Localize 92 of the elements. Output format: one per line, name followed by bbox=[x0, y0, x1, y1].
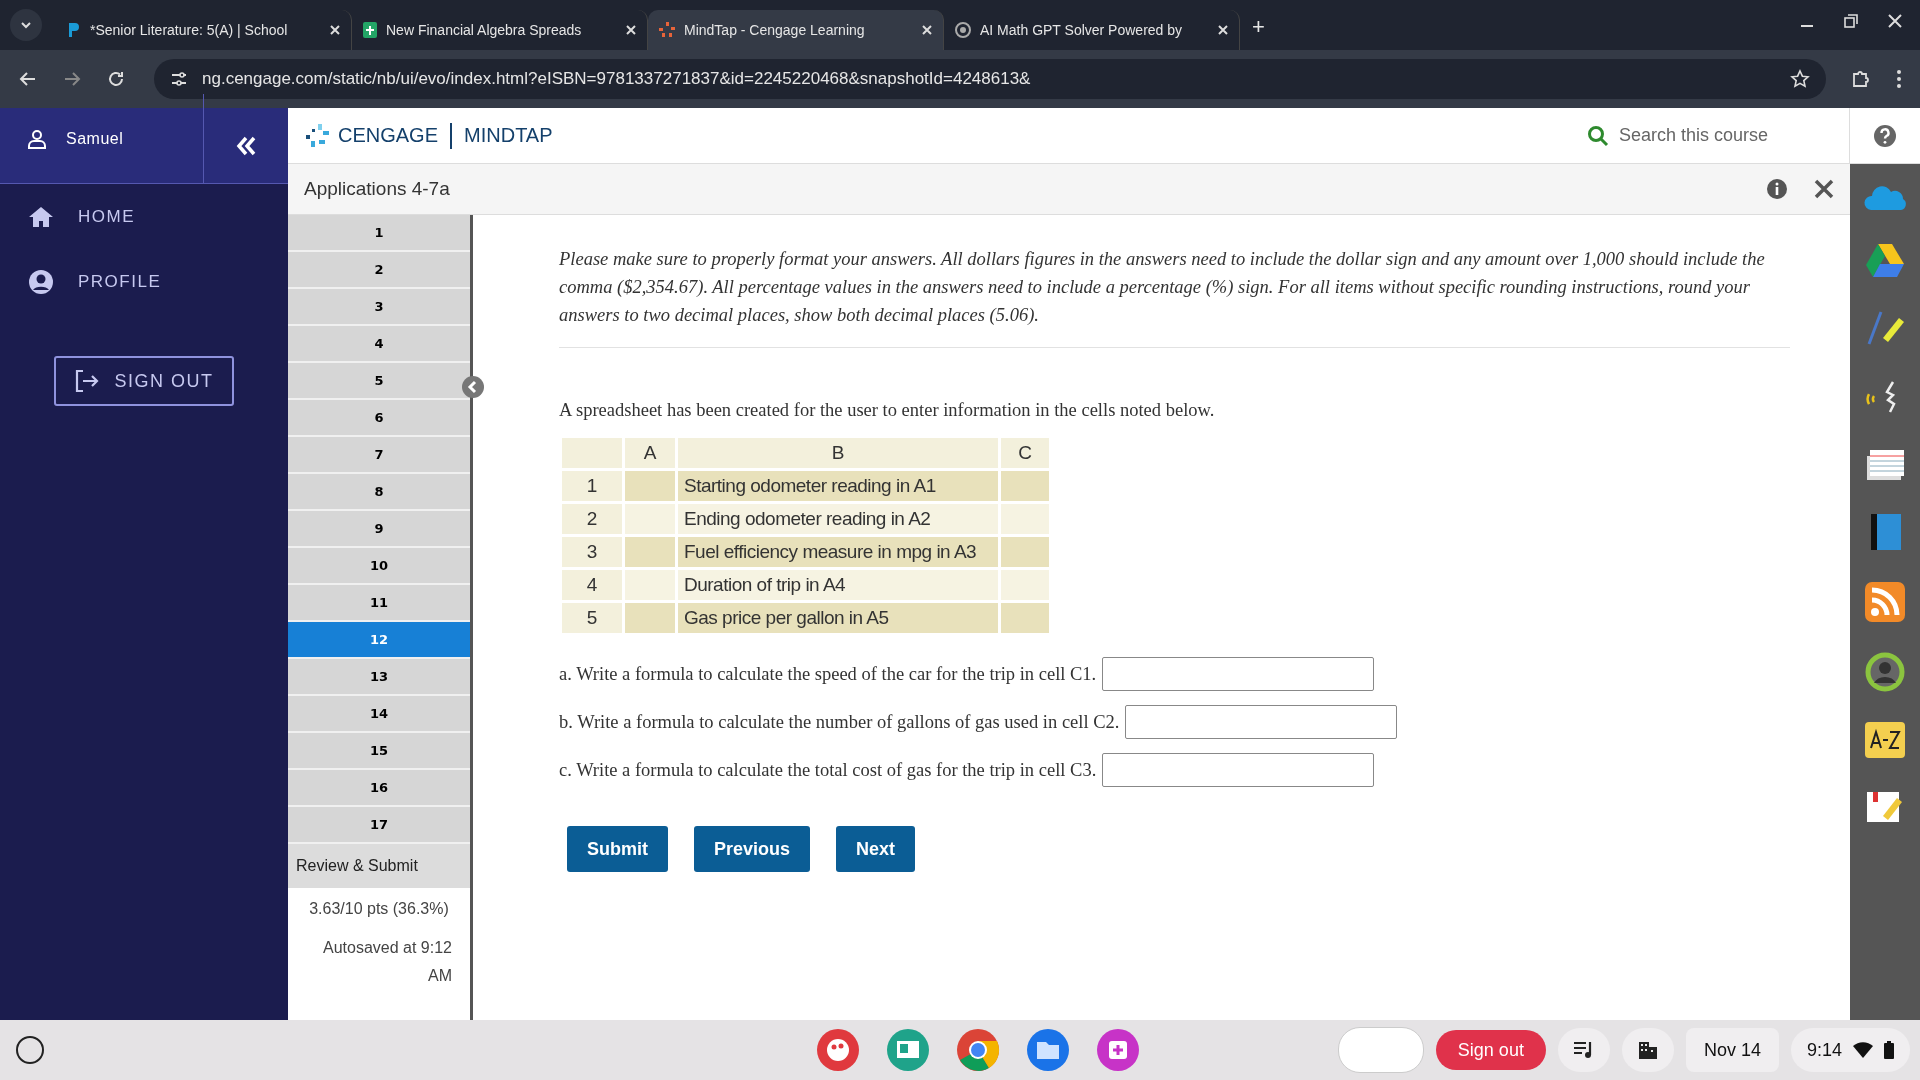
question-tab[interactable]: 8 bbox=[288, 474, 470, 511]
row-number: 1 bbox=[562, 471, 622, 501]
question-tab[interactable]: 1 bbox=[288, 215, 470, 252]
building-icon bbox=[1636, 1040, 1659, 1060]
table-cell: Fuel efficiency measure in mpg in A3 bbox=[678, 537, 998, 567]
reload-icon[interactable] bbox=[106, 69, 126, 89]
progress-ring-icon[interactable] bbox=[1865, 652, 1905, 692]
tab-search-button[interactable] bbox=[10, 9, 42, 41]
address-bar[interactable]: ng.cengage.com/static/nb/ui/evo/index.html?eISBN=9781337271837&id=2245220468&snapshotId=4248613& bbox=[154, 59, 1826, 99]
autosave-text: Autosaved at 9:12 AM bbox=[288, 930, 470, 1020]
nav-button[interactable]: Previous bbox=[694, 826, 811, 872]
info-icon[interactable] bbox=[1766, 178, 1788, 200]
question-tab[interactable]: 12 bbox=[288, 622, 470, 659]
note-cards-icon[interactable] bbox=[1865, 448, 1905, 482]
table-cell: Starting odometer reading in A1 bbox=[678, 471, 998, 501]
question-tab[interactable]: 16 bbox=[288, 770, 470, 807]
score-text: 3.63/10 pts (36.3%) bbox=[288, 888, 470, 930]
dots-logo-icon bbox=[658, 21, 676, 39]
question-tab[interactable]: 5 bbox=[288, 363, 470, 400]
gallery-app-icon[interactable] bbox=[1096, 1028, 1140, 1072]
question-text: c. Write a formula to calculate the total cost of gas for the trip in cell C3. bbox=[559, 759, 1097, 781]
status-tray[interactable]: 9:14 bbox=[1790, 1028, 1910, 1072]
help-icon[interactable] bbox=[1873, 123, 1897, 148]
a-z-glossary-icon[interactable] bbox=[1865, 722, 1905, 758]
nav-link[interactable]: PROFILE bbox=[0, 249, 288, 314]
site-settings-icon[interactable] bbox=[170, 70, 188, 88]
triangle-drive-icon[interactable] bbox=[1865, 242, 1905, 278]
question-tab[interactable]: 2 bbox=[288, 252, 470, 289]
row-number: 4 bbox=[562, 570, 622, 600]
column-header: B bbox=[678, 438, 998, 468]
question-tab[interactable]: 7 bbox=[288, 437, 470, 474]
dots-logo-icon bbox=[304, 121, 332, 150]
column-header: C bbox=[1001, 438, 1049, 468]
double-chevron-icon bbox=[235, 134, 257, 157]
nav-link[interactable]: HOME bbox=[0, 184, 288, 249]
folder-app-icon[interactable] bbox=[1026, 1028, 1070, 1072]
review-submit-link[interactable]: Review & Submit bbox=[288, 844, 470, 888]
date-button[interactable]: Nov 14 bbox=[1685, 1028, 1779, 1072]
nav-button[interactable]: Submit bbox=[567, 826, 668, 872]
question-tab[interactable]: 6 bbox=[288, 400, 470, 437]
sign-out-button[interactable]: SIGN OUT bbox=[54, 356, 234, 406]
row-number: 3 bbox=[562, 537, 622, 567]
sign-out-button[interactable]: Sign out bbox=[1435, 1030, 1546, 1070]
close-icon[interactable] bbox=[1814, 179, 1834, 199]
question-tab[interactable]: 17 bbox=[288, 807, 470, 844]
more-icon[interactable] bbox=[1896, 69, 1902, 89]
launcher-button[interactable] bbox=[16, 1036, 44, 1064]
star-icon[interactable] bbox=[1790, 69, 1810, 89]
assignment-title: Applications 4-7a bbox=[304, 178, 450, 200]
question-text: b. Write a formula to calculate the number of gallons of gas used in cell C2. bbox=[559, 711, 1120, 733]
table-cell: Ending odometer reading in A2 bbox=[678, 504, 998, 534]
logo[interactable]: CENGAGE MINDTAP bbox=[288, 121, 553, 150]
answer-field[interactable] bbox=[1102, 657, 1375, 691]
window-preview-thumbnail[interactable] bbox=[1337, 1027, 1424, 1073]
question-tab[interactable]: 15 bbox=[288, 733, 470, 770]
rss-icon[interactable] bbox=[1865, 582, 1905, 622]
row-number: 2 bbox=[562, 504, 622, 534]
question-tab[interactable]: 9 bbox=[288, 511, 470, 548]
answer-field[interactable] bbox=[1102, 753, 1375, 787]
media-button[interactable] bbox=[1557, 1028, 1610, 1072]
intro-text: A spreadsheet has been created for the user to enter information in the cells noted below. bbox=[559, 400, 1216, 421]
row-number: 5 bbox=[562, 603, 622, 633]
question-tab[interactable]: 10 bbox=[288, 548, 470, 585]
question-tab[interactable]: 4 bbox=[288, 326, 470, 363]
table-cell: Duration of trip in A4 bbox=[678, 570, 998, 600]
browser-tab[interactable]: MindTap - Cengage Learning bbox=[648, 10, 944, 50]
table-cell: Gas price per gallon in A5 bbox=[678, 603, 998, 633]
instructions-text: Please make sure to properly format your answers. All dollars figures in the answers need to include the dollar sign and any amount over 1,000 should include the comma ($2,354.67). All percentage values in the answers need to include a percentage (%) sign. For all items without specific rounding instructions, round your answers to two decimal places, show both decimal places (5.06). bbox=[559, 248, 1766, 327]
wifi-icon bbox=[1852, 1041, 1874, 1059]
question-text: a. Write a formula to calculate the speed of the car for the trip in cell C1. bbox=[559, 663, 1097, 685]
question-tab[interactable]: 13 bbox=[288, 659, 470, 696]
user-icon bbox=[26, 127, 48, 150]
question-tab[interactable]: 11 bbox=[288, 585, 470, 622]
question-tab[interactable]: 3 bbox=[288, 289, 470, 326]
profile-icon bbox=[28, 268, 54, 295]
home-icon bbox=[28, 204, 54, 229]
restore-icon[interactable] bbox=[1844, 14, 1858, 28]
puzzle-icon[interactable] bbox=[1850, 68, 1872, 90]
spreadsheet-icon bbox=[362, 21, 378, 39]
user-name: Samuel bbox=[66, 129, 124, 148]
answer-field[interactable] bbox=[1125, 705, 1398, 739]
chrome-app-icon[interactable] bbox=[956, 1028, 1000, 1072]
column-header: A bbox=[625, 438, 675, 468]
building-button[interactable] bbox=[1621, 1028, 1674, 1072]
nav-button[interactable]: Next bbox=[836, 826, 916, 872]
p-logo-icon bbox=[66, 21, 82, 39]
new-tab-button[interactable]: + bbox=[1252, 14, 1265, 40]
exit-icon bbox=[74, 369, 101, 393]
question-tab[interactable]: 14 bbox=[288, 696, 470, 733]
battery-icon bbox=[1884, 1041, 1894, 1059]
classroom-app-icon[interactable] bbox=[886, 1028, 930, 1072]
search-icon bbox=[1587, 124, 1609, 147]
